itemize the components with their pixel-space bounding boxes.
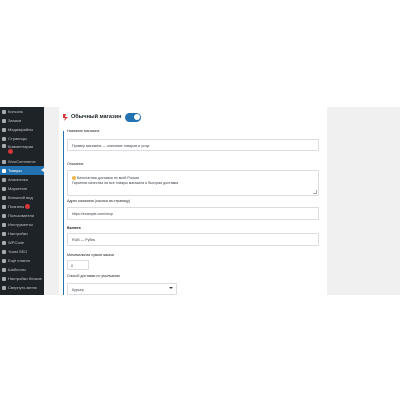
sidebar-item-label: Настройки bbox=[8, 231, 28, 236]
resize-handle-icon[interactable] bbox=[313, 190, 317, 194]
admin-sidebar: Консоль Записи Медиафайлы Страницы Комментар… bbox=[0, 107, 44, 295]
collapse-icon bbox=[2, 285, 6, 290]
sidebar-item-users[interactable]: Пользователи bbox=[0, 211, 44, 220]
sidebar-item-label: WPCode bbox=[8, 240, 25, 245]
sidebar-item-collapse[interactable]: Свернуть меню bbox=[0, 283, 44, 292]
brand-logo-icon bbox=[63, 113, 68, 121]
min-order-value: 0 bbox=[71, 264, 73, 268]
sidebar-item-products[interactable]: Товары bbox=[0, 166, 44, 175]
marketing-icon bbox=[2, 186, 6, 191]
woocommerce-icon bbox=[2, 159, 6, 164]
yoast-icon bbox=[2, 249, 6, 254]
users-icon bbox=[2, 213, 6, 218]
sidebar-item-plugins[interactable]: Плагины bbox=[0, 202, 44, 211]
sidebar-item-analytics[interactable]: Аналитика bbox=[0, 175, 44, 184]
description-line-2: Гарантия качества на все товары магазина… bbox=[72, 181, 179, 185]
comments-icon bbox=[2, 144, 6, 148]
sidebar-item-settings[interactable]: Настройки bbox=[0, 229, 44, 238]
templates-icon bbox=[2, 267, 6, 272]
sidebar-item-appearance[interactable]: Внешний вид bbox=[0, 193, 44, 202]
shop-name-label: Название магазина bbox=[67, 129, 100, 133]
sidebar-item-tools[interactable]: Инструменты bbox=[0, 220, 44, 229]
shop-name-input[interactable]: Пример магазина — описание товаров и усл… bbox=[67, 139, 319, 151]
shop-url-value: https://example.com/shop bbox=[72, 212, 113, 216]
tools-icon bbox=[2, 222, 6, 227]
sidebar-item-label: Yoast SEO bbox=[8, 249, 28, 254]
sidebar-item-blocks[interactable]: Настройки блоков bbox=[0, 274, 44, 283]
shop-url-input[interactable]: https://example.com/shop bbox=[67, 207, 319, 220]
sidebar-item-code[interactable]: WPCode bbox=[0, 238, 44, 247]
panel-title: Обычный магазин bbox=[71, 114, 122, 120]
min-order-input[interactable]: 0 bbox=[67, 260, 89, 270]
sidebar-item-label: Плагины bbox=[8, 204, 25, 209]
shop-name-value: Пример магазина — описание товаров и усл… bbox=[72, 144, 150, 148]
sidebar-item-marketing[interactable]: Маркетинг bbox=[0, 184, 44, 193]
sidebar-item-woocommerce[interactable]: WooCommerce bbox=[0, 157, 44, 166]
products-icon bbox=[2, 168, 6, 173]
sidebar-item-label: Консоль bbox=[8, 109, 24, 114]
wp-admin-area: Консоль Записи Медиафайлы Страницы Комментар… bbox=[0, 107, 400, 295]
appearance-icon bbox=[2, 195, 6, 200]
description-label: Описание bbox=[67, 162, 84, 166]
sidebar-item-media[interactable]: Медиафайлы bbox=[0, 125, 44, 134]
dashboard-icon bbox=[2, 109, 6, 114]
currency-input[interactable]: RUB — Рубль bbox=[67, 233, 319, 246]
sidebar-item-comments[interactable]: Комментарии bbox=[0, 143, 44, 157]
sidebar-item-label: Свернуть меню bbox=[8, 285, 37, 290]
toggle-knob bbox=[133, 114, 140, 120]
sidebar-item-label: Шаблоны bbox=[8, 267, 26, 272]
shop-url-label: Адрес магазина (ссылка на страницу) bbox=[67, 199, 131, 203]
page-icon bbox=[2, 136, 6, 141]
sidebar-item-label: Внешний вид bbox=[8, 195, 33, 200]
sidebar-item-label: Пользователи bbox=[8, 213, 35, 218]
emoji-icon bbox=[72, 176, 76, 181]
sidebar-item-label: Страницы bbox=[8, 136, 27, 141]
sidebar-item-label: Настройки блоков bbox=[8, 276, 42, 281]
currency-label: Валюта bbox=[67, 226, 81, 230]
current-item-arrow bbox=[41, 168, 44, 172]
sidebar-item-label: Ещё плагин bbox=[8, 258, 30, 263]
description-textarea[interactable]: Бесплатная доставка по всей России Гаран… bbox=[67, 170, 319, 196]
code-icon bbox=[2, 240, 6, 245]
chevron-down-icon bbox=[169, 287, 173, 289]
sidebar-item-label: Аналитика bbox=[8, 177, 28, 182]
plugins-icon bbox=[2, 204, 6, 209]
sidebar-item-templates[interactable]: Шаблоны bbox=[0, 265, 44, 274]
enable-toggle[interactable] bbox=[125, 112, 142, 122]
sidebar-item-label: Записи bbox=[8, 118, 22, 123]
notification-badge bbox=[25, 204, 31, 209]
min-order-label: Минимальная сумма заказа bbox=[67, 253, 114, 257]
sidebar-item-plugin[interactable]: Ещё плагин bbox=[0, 256, 44, 265]
sidebar-item-dashboard[interactable]: Консоль bbox=[0, 107, 44, 116]
description-line-1: Бесплатная доставка по всей России bbox=[77, 176, 140, 180]
settings-icon bbox=[2, 231, 6, 236]
sidebar-item-page[interactable]: Страницы bbox=[0, 134, 44, 143]
sidebar-item-yoast[interactable]: Yoast SEO bbox=[0, 247, 44, 256]
delivery-method-value: Курьер bbox=[72, 288, 84, 292]
sidebar-item-label: Инструменты bbox=[8, 222, 33, 227]
notification-badge bbox=[8, 149, 13, 154]
currency-value: RUB — Рубль bbox=[72, 238, 96, 242]
blocks-icon bbox=[2, 276, 6, 281]
delivery-method-label: Способ доставки по умолчанию bbox=[67, 274, 121, 278]
plugin-icon bbox=[2, 258, 6, 263]
sidebar-item-label: Медиафайлы bbox=[8, 127, 34, 132]
sidebar-item-label: WooCommerce bbox=[8, 159, 36, 164]
sidebar-item-label: Комментарии bbox=[8, 144, 34, 149]
analytics-icon bbox=[2, 177, 6, 182]
media-icon bbox=[2, 127, 6, 132]
sidebar-item-label: Маркетинг bbox=[8, 186, 28, 191]
delivery-method-select[interactable]: Курьер bbox=[67, 283, 177, 295]
panel-header: Обычный магазин bbox=[59, 107, 327, 127]
sidebar-item-pin[interactable]: Записи bbox=[0, 116, 44, 125]
sidebar-item-label: Товары bbox=[8, 168, 22, 173]
panel-accent-border bbox=[63, 131, 64, 295]
pin-icon bbox=[2, 118, 6, 123]
settings-panel: Обычный магазин Название магазина Пример… bbox=[59, 107, 327, 295]
